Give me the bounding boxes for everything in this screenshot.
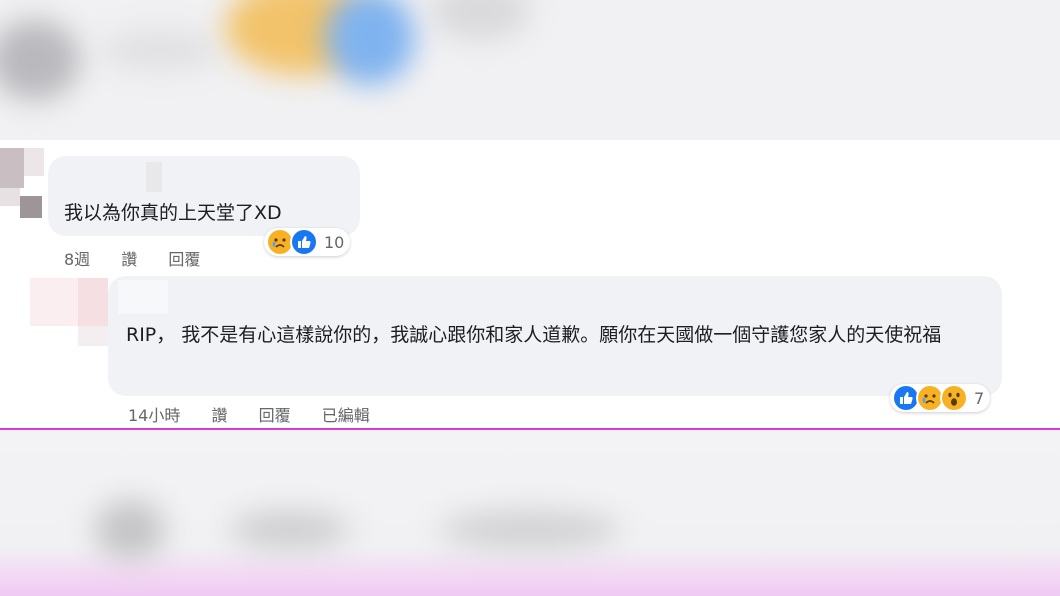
- blurred-top-region: [0, 0, 1060, 140]
- reaction-summary[interactable]: 10: [264, 228, 351, 256]
- comment-bubble: RIP， 我不是有心這樣說你的，我誠心跟你和家人道歉。願你在天國做一個守護您家人…: [108, 276, 1002, 396]
- comment-text: RIP， 我不是有心這樣說你的，我誠心跟你和家人道歉。願你在天國做一個守護您家人…: [126, 324, 942, 346]
- edited-label: 已編輯: [321, 406, 370, 425]
- blurred-reaction: [325, 0, 415, 85]
- like-icon: [290, 228, 318, 256]
- comment-time[interactable]: 8週: [64, 246, 90, 270]
- avatar[interactable]: [30, 278, 108, 348]
- comments-panel: 我以為你真的上天堂了XD 10 8週 讚 回覆 RIP， 我不是有心這樣說你的，…: [0, 140, 1060, 430]
- blurred-text: [230, 510, 350, 550]
- reaction-summary[interactable]: 7: [890, 384, 991, 412]
- blurred-text: [100, 30, 220, 70]
- blurred-text: [440, 510, 620, 550]
- reaction-count: 7: [974, 388, 985, 408]
- wow-icon: [940, 384, 968, 412]
- comment-text: 我以為你真的上天堂了XD: [64, 202, 282, 224]
- reply-link[interactable]: 回覆: [168, 246, 200, 270]
- avatar[interactable]: [0, 148, 48, 220]
- blurred-avatar: [95, 500, 165, 560]
- comment-meta: 14小時 讚 回覆 已編輯: [128, 402, 396, 426]
- like-link[interactable]: 讚: [211, 402, 227, 426]
- blurred-text: [430, 0, 530, 40]
- like-link[interactable]: 讚: [121, 246, 137, 270]
- comment-time[interactable]: 14小時: [128, 402, 180, 426]
- comment-meta: 8週 讚 回覆: [64, 246, 226, 270]
- comment-bubble: 我以為你真的上天堂了XD: [48, 156, 360, 236]
- reaction-count: 10: [324, 232, 345, 252]
- blurred-avatar: [0, 20, 80, 100]
- reply-link[interactable]: 回覆: [259, 402, 291, 426]
- blurred-bottom-region: [0, 430, 1060, 596]
